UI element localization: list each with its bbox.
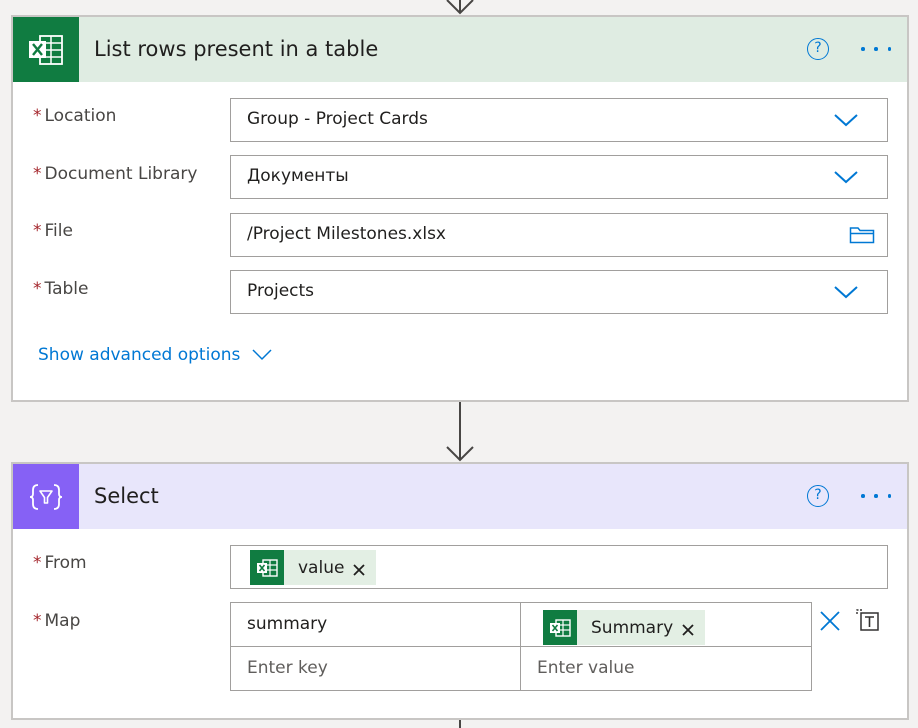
data-operation-icon (13, 464, 79, 529)
dynamic-content-token[interactable]: Summary (543, 610, 706, 645)
from-input[interactable]: value (230, 545, 888, 589)
location-label: * Location (33, 106, 117, 126)
location-dropdown[interactable]: Group - Project Cards (230, 98, 888, 142)
action-card-select: Select ? * From value * Map summary Summ… (11, 462, 909, 720)
document-library-dropdown[interactable]: Документы (230, 155, 888, 199)
excel-icon (543, 610, 577, 645)
map-label: * Map (33, 611, 81, 631)
chevron-down-icon[interactable] (833, 169, 859, 185)
document-library-label: * Document Library (33, 164, 198, 184)
remove-token-icon[interactable] (352, 563, 366, 577)
card-title: Select (94, 484, 159, 508)
card-title: List rows present in a table (94, 37, 379, 61)
table-dropdown[interactable]: Projects (230, 270, 888, 314)
advanced-options-label: Show advanced options (38, 345, 241, 365)
file-value: /Project Milestones.xlsx (247, 224, 446, 244)
map-key-input[interactable]: summary (230, 602, 521, 647)
required-asterisk: * (33, 279, 42, 299)
map-value-input[interactable]: Enter value (520, 646, 812, 691)
file-picker-field[interactable]: /Project Milestones.xlsx (230, 213, 888, 257)
token-label: value (298, 557, 345, 578)
map-key-value: summary (247, 614, 328, 634)
table-label: * Table (33, 279, 89, 299)
connector-line (459, 720, 461, 728)
map-value-input[interactable]: Summary (520, 602, 812, 647)
chevron-down-icon (252, 349, 272, 361)
document-library-value: Документы (247, 166, 349, 186)
required-asterisk: * (33, 221, 42, 241)
map-key-placeholder: Enter key (247, 658, 328, 678)
action-card-list-rows: List rows present in a table ? * Location… (11, 15, 909, 402)
chevron-down-icon[interactable] (833, 112, 859, 128)
required-asterisk: * (33, 106, 42, 126)
token-label: Summary (591, 617, 674, 638)
switch-to-text-mode-icon[interactable] (855, 607, 881, 633)
map-value-placeholder: Enter value (537, 658, 635, 678)
more-options-icon[interactable] (859, 485, 893, 507)
file-label: * File (33, 221, 73, 241)
required-asterisk: * (33, 611, 42, 631)
folder-icon[interactable] (849, 224, 875, 244)
card-header[interactable]: Select ? (13, 464, 907, 529)
help-icon[interactable]: ? (807, 485, 829, 507)
required-asterisk: * (33, 164, 42, 184)
location-value: Group - Project Cards (247, 109, 428, 129)
excel-icon (13, 17, 79, 82)
map-key-input[interactable]: Enter key (230, 646, 521, 691)
more-options-icon[interactable] (859, 38, 893, 60)
connector-arrow (446, 402, 474, 462)
dynamic-content-token[interactable]: value (250, 550, 377, 585)
from-label: * From (33, 553, 87, 573)
table-value: Projects (247, 281, 315, 301)
chevron-down-icon[interactable] (833, 284, 859, 300)
required-asterisk: * (33, 553, 42, 573)
delete-row-icon[interactable] (819, 610, 841, 632)
excel-icon (250, 550, 284, 585)
card-header[interactable]: List rows present in a table ? (13, 17, 907, 82)
help-icon[interactable]: ? (807, 38, 829, 60)
show-advanced-options-link[interactable]: Show advanced options (38, 345, 272, 365)
remove-token-icon[interactable] (681, 623, 695, 637)
